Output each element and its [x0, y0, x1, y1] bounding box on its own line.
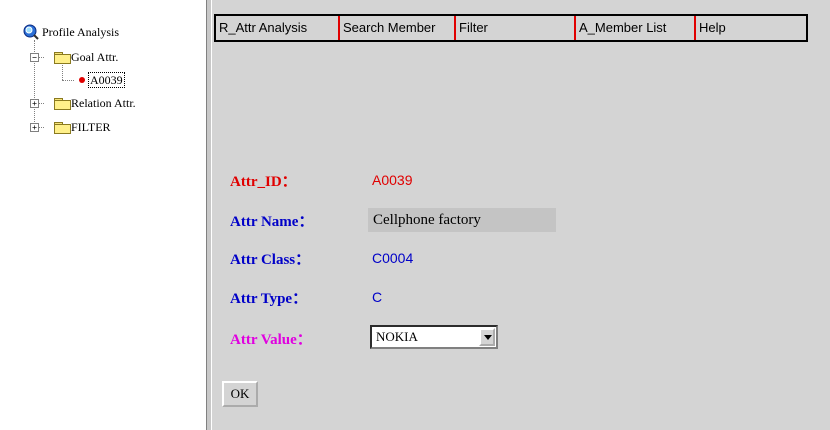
- main-pane: R_Attr Analysis Search Member Filter A_M…: [212, 0, 830, 430]
- folder-icon: [54, 122, 71, 134]
- dropdown-arrow-icon[interactable]: [479, 328, 495, 346]
- attr-id-label: Attr_ID：: [230, 174, 297, 190]
- tree-item-a0039[interactable]: A0039: [88, 71, 125, 89]
- collapse-icon[interactable]: −: [30, 53, 39, 62]
- ok-button[interactable]: OK: [222, 381, 258, 407]
- tree-item-relation-attr[interactable]: Relation Attr.: [71, 94, 136, 112]
- attr-id-value: A0039: [372, 172, 413, 188]
- menu-search-member[interactable]: Search Member: [340, 16, 456, 40]
- attr-type-value: C: [372, 289, 383, 305]
- menu-help[interactable]: Help: [696, 16, 806, 40]
- attr-value-select[interactable]: NOKIA: [370, 325, 498, 349]
- menu-filter[interactable]: Filter: [456, 16, 576, 40]
- attr-value-selected: NOKIA: [376, 329, 418, 344]
- menu-r-attr-analysis[interactable]: R_Attr Analysis: [216, 16, 340, 40]
- open-folder-icon: [54, 52, 71, 64]
- attr-class-label: Attr Class：: [230, 252, 311, 268]
- attr-name-value: Cellphone factory: [368, 208, 556, 232]
- expand-icon[interactable]: +: [30, 99, 39, 108]
- tree-item-filter[interactable]: FILTER: [71, 118, 111, 136]
- attr-class-value: C0004: [372, 250, 414, 266]
- attr-value-label: Attr Value：: [230, 332, 312, 348]
- tree-pane: Profile Analysis − Goal Attr. A0039 + Re…: [0, 0, 206, 430]
- attr-name-label: Attr Name：: [230, 214, 314, 230]
- tree-root-label[interactable]: Profile Analysis: [42, 23, 119, 41]
- attr-type-label: Attr Type：: [230, 291, 308, 307]
- tree-connector: [62, 65, 63, 80]
- magnifier-globe-icon: [23, 24, 39, 40]
- expand-icon[interactable]: +: [30, 123, 39, 132]
- leaf-dot-icon: [79, 77, 85, 83]
- tree-connector: [62, 80, 74, 81]
- tree-item-goal-attr[interactable]: Goal Attr.: [71, 48, 118, 66]
- folder-icon: [54, 98, 71, 110]
- menu-a-member-list[interactable]: A_Member List: [576, 16, 696, 40]
- menu-bar: R_Attr Analysis Search Member Filter A_M…: [214, 14, 808, 42]
